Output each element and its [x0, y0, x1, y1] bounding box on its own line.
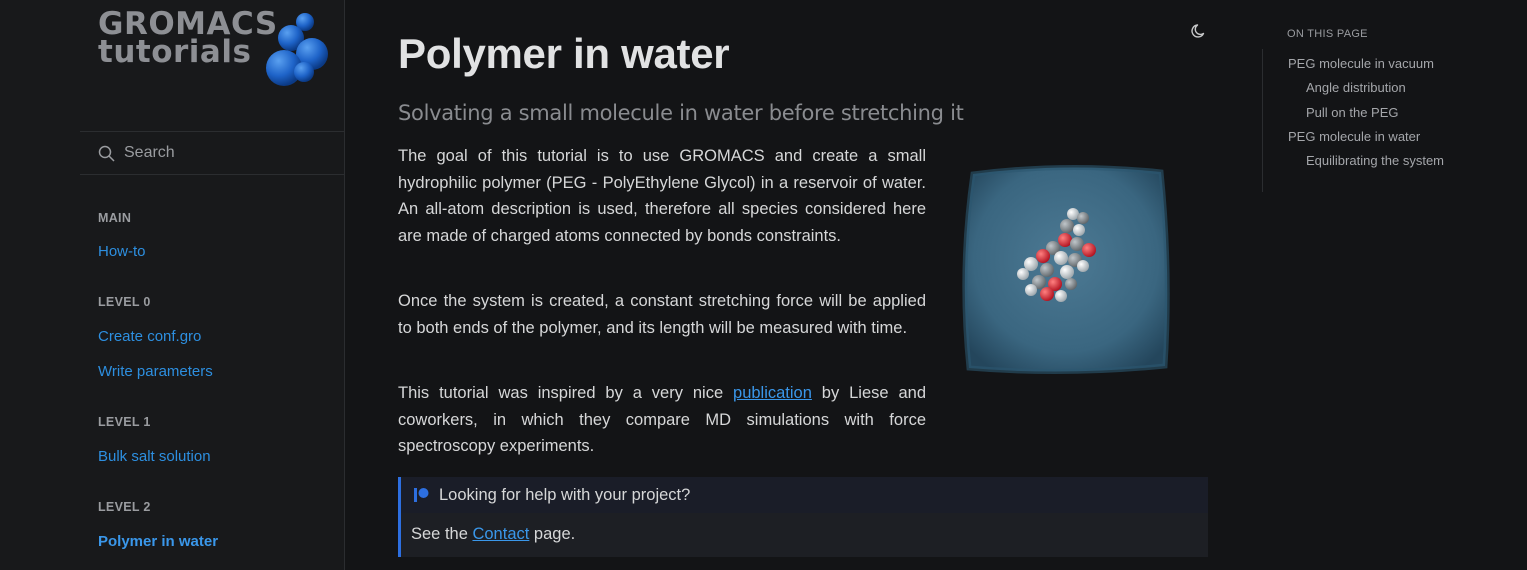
toc-caption: ON THIS PAGE [1287, 28, 1368, 40]
toc-item-peg-vacuum[interactable]: PEG molecule in vacuum [1288, 56, 1434, 71]
stretch-paragraph: Once the system is created, a constant s… [398, 292, 926, 337]
nav-caption-level-0: LEVEL 0 [98, 295, 151, 309]
sidebar-item-write-parameters[interactable]: Write parameters [98, 363, 213, 380]
moon-icon[interactable] [1190, 22, 1208, 40]
nav-caption-main: MAIN [98, 211, 132, 225]
toc-item-peg-water[interactable]: PEG molecule in water [1288, 129, 1420, 144]
nav-caption-level-2: LEVEL 2 [98, 500, 151, 514]
sidebar-item-polymer-in-water[interactable]: Polymer in water [98, 533, 218, 550]
callout-title: Looking for help with your project? [439, 485, 691, 504]
publication-link[interactable]: publication [733, 384, 812, 402]
callout-header: Looking for help with your project? [401, 477, 1208, 513]
toc-item-equilibrating[interactable]: Equilibrating the system [1306, 153, 1444, 168]
nav-caption-level-1: LEVEL 1 [98, 415, 151, 429]
intro-paragraph: The goal of this tutorial is to use GROM… [398, 147, 926, 245]
callout-text-end: page. [529, 525, 576, 543]
search-icon [98, 145, 115, 162]
solvated-peg-image [962, 164, 1170, 375]
page-subtitle: Solvating a small molecule in water befo… [398, 101, 964, 125]
molecule-logo-icon [266, 13, 328, 86]
sidebar-item-bulk-salt[interactable]: Bulk salt solution [98, 448, 211, 465]
contact-link[interactable]: Contact [472, 525, 529, 543]
help-callout: Looking for help with your project? See … [398, 477, 1208, 557]
sidebar: GROMACS tutorials Search MAIN How-to LEV… [0, 0, 345, 570]
toc-item-angle-distribution[interactable]: Angle distribution [1306, 80, 1406, 95]
sidebar-item-create-conf[interactable]: Create conf.gro [98, 328, 201, 345]
toc-divider [1262, 49, 1263, 192]
logo-line2: tutorials [98, 34, 252, 70]
inspiration-text-start: This tutorial was inspired by a very nic… [398, 384, 734, 402]
callout-text-start: See the [411, 525, 473, 543]
patreon-icon [414, 488, 429, 502]
site-logo[interactable]: GROMACS tutorials [98, 9, 338, 90]
search-box[interactable]: Search [80, 131, 344, 175]
toc-item-pull-peg[interactable]: Pull on the PEG [1306, 105, 1399, 120]
search-placeholder: Search [124, 144, 175, 161]
page-title: Polymer in water [398, 30, 730, 77]
inspiration-paragraph: This tutorial was inspired by a very nic… [398, 380, 926, 460]
callout-body: See the Contact page. [411, 525, 575, 544]
sidebar-item-how-to[interactable]: How-to [98, 243, 146, 260]
